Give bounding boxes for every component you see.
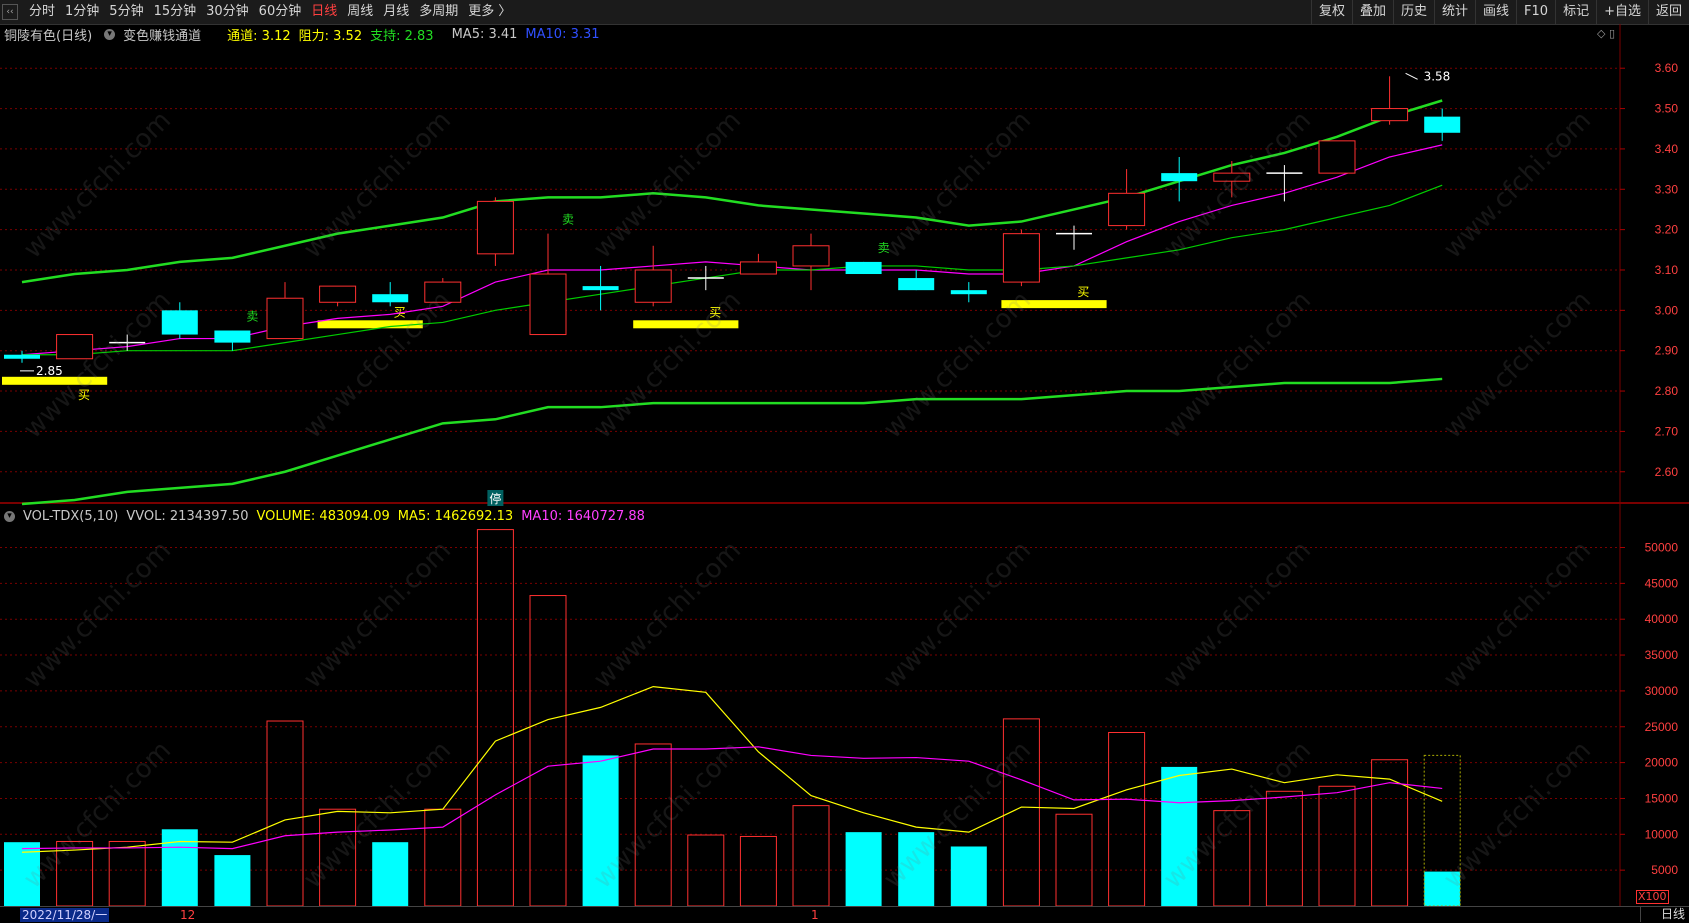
buy-band bbox=[1001, 300, 1107, 309]
price-tick-label: 3.00 bbox=[1655, 303, 1679, 317]
volume-tick-label: 5000 bbox=[1651, 863, 1678, 877]
candle-body bbox=[1424, 116, 1461, 133]
buy-signal-text: 买 bbox=[709, 305, 721, 319]
volume-bar bbox=[739, 835, 777, 906]
volume-bar bbox=[634, 743, 672, 906]
candle-body bbox=[4, 354, 40, 359]
month-marker-dec: 12 bbox=[180, 908, 196, 922]
candle-body bbox=[792, 245, 830, 267]
candle-body bbox=[529, 273, 567, 336]
volume-tick-label: 10000 bbox=[1645, 827, 1679, 841]
volume-bar bbox=[898, 832, 935, 906]
volume-tick-label: 45000 bbox=[1645, 576, 1679, 590]
buy-band bbox=[2, 376, 108, 385]
candle-body bbox=[845, 261, 882, 275]
volume-bar bbox=[214, 855, 251, 906]
price-tick-label: 3.20 bbox=[1655, 223, 1679, 237]
low-price-label: 2.85 bbox=[36, 364, 63, 378]
cursor-date: 2022/11/28/一 bbox=[20, 908, 110, 922]
volume-ma10-line bbox=[21, 746, 1443, 850]
candle-body bbox=[739, 261, 777, 275]
buy-signal-text: 买 bbox=[78, 388, 90, 402]
volume-ma5-line bbox=[21, 685, 1443, 853]
candle-body bbox=[214, 330, 251, 343]
price-tick-label: 2.70 bbox=[1655, 424, 1679, 438]
volume-bar bbox=[319, 808, 357, 906]
volume-tick-label: 50000 bbox=[1645, 541, 1679, 555]
buy-band bbox=[633, 320, 739, 329]
volume-bar bbox=[1213, 810, 1251, 906]
volume-bar bbox=[1424, 871, 1461, 906]
buy-band bbox=[317, 320, 423, 329]
upper-channel-line bbox=[21, 99, 1443, 284]
volume-bar bbox=[161, 829, 198, 906]
candle-body bbox=[424, 281, 462, 303]
volume-bar bbox=[108, 840, 146, 906]
candle-body bbox=[161, 310, 198, 335]
candle-body bbox=[1161, 173, 1198, 182]
volume-bar bbox=[792, 805, 830, 906]
volume-bar bbox=[372, 842, 409, 906]
price-tick-label: 2.90 bbox=[1655, 344, 1679, 358]
candle-body bbox=[56, 334, 94, 360]
candle-body bbox=[1371, 108, 1409, 122]
sell-signal-text: 卖 bbox=[878, 241, 890, 255]
price-tick-label: 3.40 bbox=[1655, 142, 1679, 156]
price-tick-label: 3.50 bbox=[1655, 102, 1679, 116]
buy-signal-text: 买 bbox=[1077, 285, 1089, 299]
lower-channel-line bbox=[21, 377, 1443, 506]
volume-bar bbox=[845, 832, 882, 906]
volume-bar bbox=[424, 808, 462, 906]
volume-tick-label: 15000 bbox=[1645, 791, 1679, 805]
candle-body bbox=[1318, 140, 1356, 174]
price-tick-label: 2.60 bbox=[1655, 465, 1679, 479]
volume-bar bbox=[266, 720, 304, 906]
candle-body bbox=[1108, 192, 1146, 227]
volume-tick-label: 40000 bbox=[1645, 612, 1679, 626]
volume-bar bbox=[950, 846, 987, 906]
high-arrow-icon bbox=[1405, 72, 1418, 80]
sell-signal-text: 卖 bbox=[246, 310, 258, 324]
candle-body bbox=[319, 285, 357, 303]
period-indicator[interactable]: 日线 bbox=[1639, 907, 1685, 922]
volume-unit-badge: X100 bbox=[1636, 890, 1669, 904]
volume-tick-label: 20000 bbox=[1645, 756, 1679, 770]
volume-bar bbox=[1161, 766, 1198, 906]
volume-bar bbox=[1055, 813, 1093, 906]
price-tick-label: 3.30 bbox=[1655, 182, 1679, 196]
volume-tick-label: 25000 bbox=[1645, 720, 1679, 734]
month-marker-jan: 1 bbox=[811, 908, 819, 922]
candle-body bbox=[898, 278, 935, 291]
price-tick-label: 2.80 bbox=[1655, 384, 1679, 398]
volume-bar bbox=[1265, 790, 1303, 906]
volume-bar bbox=[476, 529, 514, 906]
date-axis-bar: 2022/11/28/一 12 1 日线 bbox=[0, 906, 1689, 923]
candle-body bbox=[266, 297, 304, 340]
volume-bar bbox=[1318, 785, 1356, 906]
volume-bar bbox=[529, 595, 567, 906]
candle-body bbox=[372, 294, 409, 303]
volume-bar bbox=[1108, 731, 1146, 906]
volume-tick-label: 35000 bbox=[1645, 648, 1679, 662]
price-tick-label: 3.60 bbox=[1655, 61, 1679, 75]
candle-body bbox=[582, 286, 619, 291]
candle-body bbox=[476, 200, 514, 255]
candle-body bbox=[1002, 233, 1040, 283]
volume-bar bbox=[582, 755, 619, 906]
kline-chart[interactable]: 3.60 3.50 3.40 3.30 3.20 3.10 3.00 2.90 2.80 2.70… bbox=[0, 0, 1689, 906]
price-tick-label: 3.10 bbox=[1655, 263, 1679, 277]
volume-bar bbox=[1371, 759, 1409, 906]
volume-tick-label: 30000 bbox=[1645, 684, 1679, 698]
candle-body bbox=[950, 290, 987, 295]
high-price-label: 3.58 bbox=[1424, 69, 1451, 83]
halt-marker: 停 bbox=[489, 491, 501, 506]
candle-body bbox=[634, 269, 672, 303]
sell-signal-text: 卖 bbox=[562, 213, 574, 227]
candle-body bbox=[1213, 172, 1251, 182]
